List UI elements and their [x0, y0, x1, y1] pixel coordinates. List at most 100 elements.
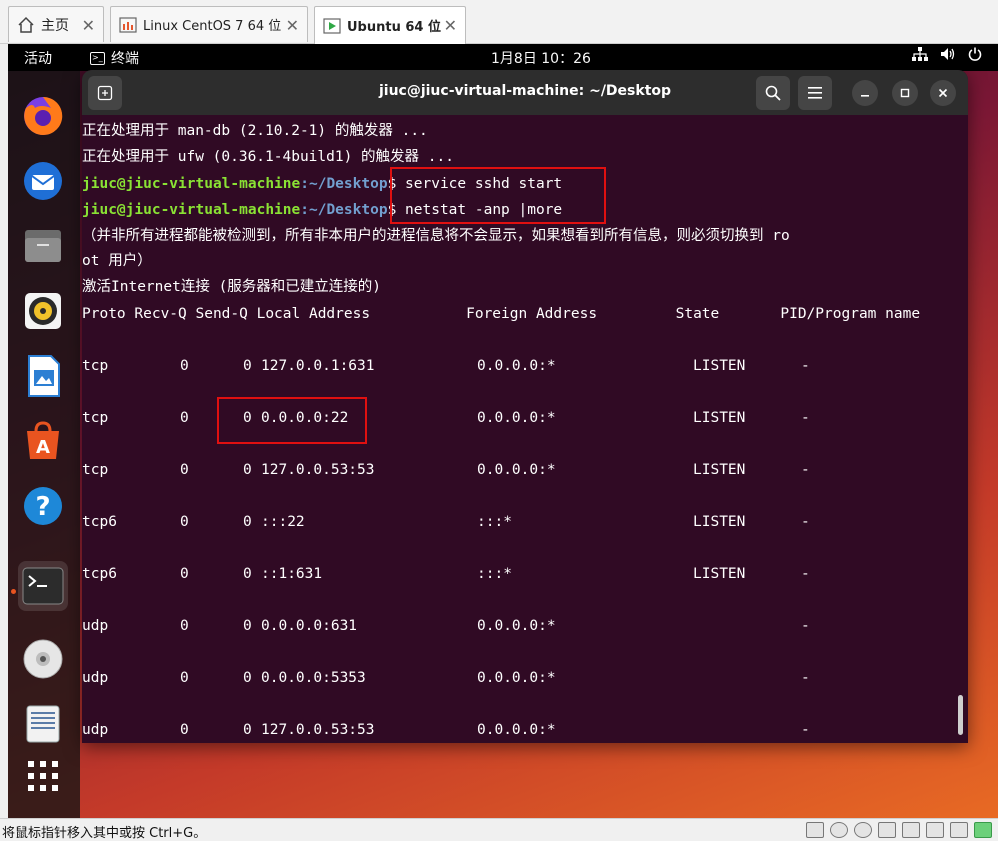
foreign-address: 0.0.0.0:*: [477, 670, 556, 686]
recvq: 0: [180, 670, 189, 686]
menu-button[interactable]: [798, 76, 832, 110]
prompt-user: jiuc@jiuc-virtual-machine: [82, 202, 301, 218]
device-icons: [806, 822, 992, 838]
dock-show-apps[interactable]: [18, 751, 68, 801]
state: LISTEN: [693, 462, 746, 478]
proto: tcp: [82, 358, 109, 374]
tab-centos[interactable]: Linux CentOS 7 64 位 ✕: [110, 6, 308, 42]
clock[interactable]: 1月8日 10：26: [491, 48, 591, 68]
pid-program: -: [801, 514, 810, 530]
local-address: :::22: [261, 514, 305, 530]
prompt-path: :~/Desktop: [300, 202, 388, 218]
cd-drive-icon[interactable]: [854, 822, 872, 838]
state: LISTEN: [693, 514, 746, 530]
terminal-window[interactable]: jiuc@jiuc-virtual-machine: ~/Desktop 正在处…: [82, 70, 968, 743]
recvq: 0: [180, 618, 189, 634]
network-adapter-icon[interactable]: [878, 822, 896, 838]
volume-icon: [940, 47, 956, 65]
minimize-button[interactable]: [852, 80, 878, 106]
close-icon[interactable]: ✕: [82, 16, 95, 35]
dock-help[interactable]: ?: [18, 481, 68, 531]
local-address: 127.0.0.53:53: [261, 722, 375, 738]
dock-thunderbird[interactable]: [18, 156, 68, 206]
pid-program: -: [801, 410, 810, 426]
sound-icon[interactable]: [926, 822, 944, 838]
window-title: jiuc@jiuc-virtual-machine: ~/Desktop: [378, 83, 672, 99]
scrollbar[interactable]: [958, 695, 963, 735]
running-indicator: [11, 589, 16, 594]
gnome-top-bar: 活动 >_ 终端 1月8日 10：26: [8, 44, 998, 71]
maximize-icon: [900, 88, 910, 98]
help-icon: ?: [24, 487, 62, 525]
tab-home[interactable]: 主页 ✕: [8, 6, 104, 42]
sendq: 0: [243, 358, 252, 374]
local-address: 127.0.0.53:53: [261, 462, 375, 478]
local-address: ::1:631: [261, 566, 323, 582]
close-icon[interactable]: ✕: [444, 16, 457, 35]
dock-firefox[interactable]: [18, 91, 68, 141]
foreign-address: 0.0.0.0:*: [477, 462, 556, 478]
pid-program: -: [801, 358, 810, 374]
close-icon[interactable]: ✕: [286, 16, 299, 35]
foreign-address: 0.0.0.0:*: [477, 358, 556, 374]
sendq: 0: [243, 462, 252, 478]
sendq: 0: [243, 722, 252, 738]
dvd-icon: [23, 639, 63, 679]
dock-dvd[interactable]: [18, 634, 68, 684]
recvq: 0: [180, 410, 189, 426]
pid-program: -: [801, 722, 810, 738]
thunderbird-icon: [24, 162, 62, 200]
minimize-icon: [861, 95, 869, 97]
dock-app-center[interactable]: A: [18, 416, 68, 466]
sendq: 0: [243, 618, 252, 634]
proto: tcp: [82, 462, 109, 478]
foreign-address: :::*: [477, 566, 512, 582]
terminal-icon: >_: [90, 51, 105, 65]
usb-icon[interactable]: [902, 822, 920, 838]
activities-button[interactable]: 活动: [24, 48, 52, 68]
tab-ubuntu[interactable]: Ubuntu 64 位 ✕: [314, 6, 466, 44]
pid-program: -: [801, 670, 810, 686]
pid-program: -: [801, 566, 810, 582]
tab-label: Ubuntu 64 位: [347, 20, 441, 35]
terminal-header-bar[interactable]: jiuc@jiuc-virtual-machine: ~/Desktop: [82, 70, 968, 115]
proto: tcp: [82, 410, 109, 426]
status-hint: 将鼠标指针移入其中或按 Ctrl+G。: [2, 826, 207, 841]
cd-drive-icon[interactable]: [830, 822, 848, 838]
svg-text:?: ?: [35, 492, 50, 522]
recvq: 0: [180, 462, 189, 478]
vmware-status-bar: 将鼠标指针移入其中或按 Ctrl+G。: [0, 818, 998, 841]
recvq: 0: [180, 358, 189, 374]
close-button[interactable]: [930, 80, 956, 106]
hard-disk-icon[interactable]: [806, 822, 824, 838]
app-menu[interactable]: >_ 终端: [90, 48, 139, 68]
output-line: 正在处理用于 ufw (0.36.1-4build1) 的触发器 ...: [82, 149, 454, 165]
system-menu[interactable]: [912, 47, 982, 65]
pid-program: -: [801, 462, 810, 478]
notes-icon[interactable]: [974, 822, 992, 838]
app-center-icon: A: [27, 421, 59, 459]
state: LISTEN: [693, 410, 746, 426]
recvq: 0: [180, 514, 189, 530]
sendq: 0: [243, 514, 252, 530]
foreign-address: 0.0.0.0:*: [477, 618, 556, 634]
search-button[interactable]: [756, 76, 790, 110]
section-header: 激活Internet连接 (服务器和已建立连接的): [82, 279, 382, 295]
vm-icon: [119, 16, 137, 34]
display-icon[interactable]: [950, 822, 968, 838]
sendq: 0: [243, 566, 252, 582]
dock-terminal[interactable]: [18, 561, 68, 611]
terminal-output[interactable]: 正在处理用于 man-db (2.10.2-1) 的触发器 ... 正在处理用于…: [82, 115, 968, 743]
dock-files[interactable]: [18, 221, 68, 271]
vm-tab-bar: 主页 ✕ Linux CentOS 7 64 位 ✕ Ubuntu 64 位 ✕: [0, 0, 998, 44]
maximize-button[interactable]: [892, 80, 918, 106]
dock-trash[interactable]: [18, 699, 68, 749]
app-name: 终端: [111, 51, 139, 67]
dock-writer[interactable]: [18, 351, 68, 401]
network-icon: [912, 47, 928, 65]
terminal-icon: [22, 567, 64, 605]
close-icon: [938, 88, 948, 98]
annotation-box-commands: [390, 167, 606, 224]
dock-rhythmbox[interactable]: [18, 286, 68, 336]
proto: tcp6: [82, 566, 117, 582]
